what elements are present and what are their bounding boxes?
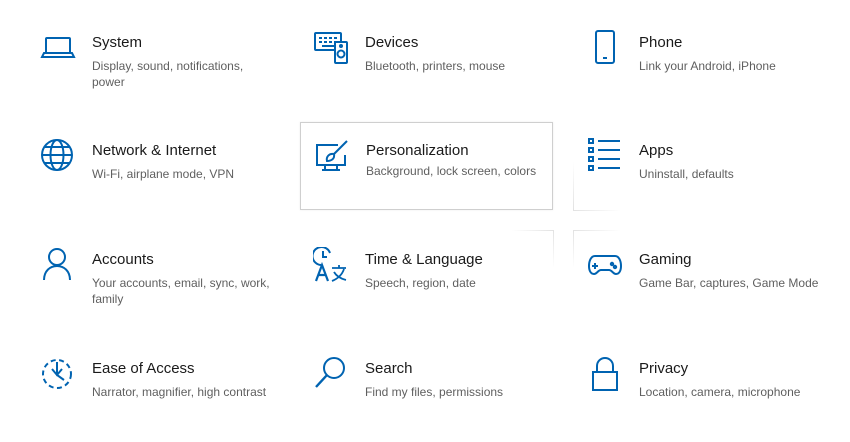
tile-title: Search <box>365 360 413 377</box>
tile-title: System <box>92 34 143 51</box>
tile-description: Speech, region, date <box>365 276 476 290</box>
tile-description: Your accounts, email, sync, work, family <box>92 276 270 306</box>
tile-title: Accounts <box>92 251 154 268</box>
tile-title: Time & Language <box>365 251 483 268</box>
tile-personalization[interactable]: Personalization Background, lock screen,… <box>300 122 553 210</box>
apps-list-icon <box>587 138 623 174</box>
tile-title: Apps <box>639 142 674 159</box>
lock-icon <box>587 356 623 392</box>
tile-description: Narrator, magnifier, high contrast <box>92 385 267 399</box>
globe-icon <box>40 138 76 174</box>
reveal-highlight <box>573 230 574 268</box>
tile-title: Gaming <box>639 251 692 268</box>
tile-phone[interactable]: Phone Link your Android, iPhone <box>587 28 842 116</box>
tile-description: Background, lock screen, colors <box>366 164 537 178</box>
reveal-highlight <box>573 230 621 231</box>
tile-title: Ease of Access <box>92 360 195 377</box>
tile-title: Phone <box>639 34 683 51</box>
tile-network-internet[interactable]: Network & Internet Wi-Fi, airplane mode,… <box>40 136 295 224</box>
tile-ease-of-access[interactable]: Ease of Access Narrator, magnifier, high… <box>40 354 295 442</box>
tile-system[interactable]: System Display, sound, notifications, po… <box>40 28 295 116</box>
tile-title: Personalization <box>366 142 469 159</box>
tile-search[interactable]: Search Find my files, permissions <box>313 354 568 442</box>
tile-description: Find my files, permissions <box>365 385 504 399</box>
tile-privacy[interactable]: Privacy Location, camera, microphone <box>587 354 842 442</box>
reveal-highlight <box>573 162 574 210</box>
tile-description: Bluetooth, printers, mouse <box>365 59 506 73</box>
tile-gaming[interactable]: Gaming Game Bar, captures, Game Mode <box>587 245 842 333</box>
devices-icon <box>313 30 349 66</box>
tile-description: Display, sound, notifications, power <box>92 59 244 89</box>
tile-description: Game Bar, captures, Game Mode <box>639 276 819 290</box>
tile-description: Location, camera, microphone <box>639 385 801 399</box>
time-language-icon <box>313 247 349 283</box>
gamepad-icon <box>587 247 623 283</box>
laptop-icon <box>40 30 76 66</box>
reveal-highlight <box>512 230 554 231</box>
tile-devices[interactable]: Devices Bluetooth, printers, mouse <box>313 28 568 116</box>
search-icon <box>313 356 349 392</box>
person-icon <box>40 247 76 283</box>
tile-title: Devices <box>365 34 419 51</box>
tile-description: Uninstall, defaults <box>639 167 734 181</box>
tile-description: Wi-Fi, airplane mode, VPN <box>92 167 235 181</box>
ease-of-access-icon <box>40 356 76 392</box>
phone-icon <box>587 30 623 66</box>
tile-title: Network & Internet <box>92 142 217 159</box>
tile-title: Privacy <box>639 360 689 377</box>
tile-accounts[interactable]: Accounts Your accounts, email, sync, wor… <box>40 245 295 333</box>
tile-description: Link your Android, iPhone <box>639 59 776 73</box>
paintbrush-icon <box>314 139 350 175</box>
tile-time-language[interactable]: Time & Language Speech, region, date <box>313 245 568 333</box>
tile-apps[interactable]: Apps Uninstall, defaults <box>587 136 842 224</box>
